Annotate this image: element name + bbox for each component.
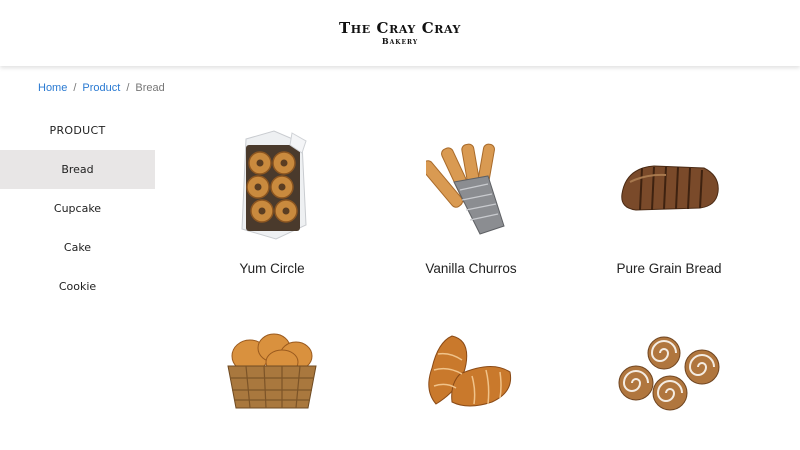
- sidebar-item-bread[interactable]: Bread: [0, 150, 155, 189]
- bread-basket-image: [227, 333, 317, 409]
- product-card-bread-rolls[interactable]: [177, 325, 367, 450]
- product-card-cinnamon-rolls[interactable]: [574, 325, 764, 450]
- breadcrumb-current: Bread: [135, 82, 165, 94]
- churros-image: [426, 143, 505, 235]
- breadcrumb-home[interactable]: Home: [38, 82, 67, 94]
- product-card-croissants[interactable]: [376, 325, 566, 450]
- bagels-image: [241, 130, 307, 240]
- product-card-vanilla-churros[interactable]: Vanilla Churros: [376, 120, 566, 285]
- product-card-yum-circle[interactable]: Yum Circle: [177, 120, 367, 285]
- product-name[interactable]: Vanilla Churros: [376, 261, 566, 276]
- cinnamon-rolls-image: [618, 336, 720, 411]
- breadcrumb-separator: /: [126, 82, 130, 94]
- product-name[interactable]: Yum Circle: [177, 261, 367, 276]
- category-sidebar: PRODUCT Bread Cupcake Cake Cookie: [0, 112, 155, 306]
- croissants-image: [428, 335, 512, 407]
- logo-subtitle: Bakery: [381, 36, 419, 46]
- sidebar-item-cookie[interactable]: Cookie: [0, 267, 155, 306]
- grain-bread-image: [621, 165, 719, 211]
- sidebar-title: PRODUCT: [49, 124, 106, 137]
- site-header: The Cray Cray Bakery: [0, 0, 800, 66]
- sidebar-item-cake[interactable]: Cake: [0, 228, 155, 267]
- product-name[interactable]: Pure Grain Bread: [574, 261, 764, 276]
- sidebar-item-cupcake[interactable]: Cupcake: [0, 189, 155, 228]
- logo-title[interactable]: The Cray Cray: [0, 19, 800, 37]
- breadcrumb-product[interactable]: Product: [82, 82, 120, 94]
- product-card-pure-grain-bread[interactable]: Pure Grain Bread: [574, 120, 764, 285]
- breadcrumb: Home / Product / Bread: [38, 82, 165, 94]
- breadcrumb-separator: /: [73, 82, 77, 94]
